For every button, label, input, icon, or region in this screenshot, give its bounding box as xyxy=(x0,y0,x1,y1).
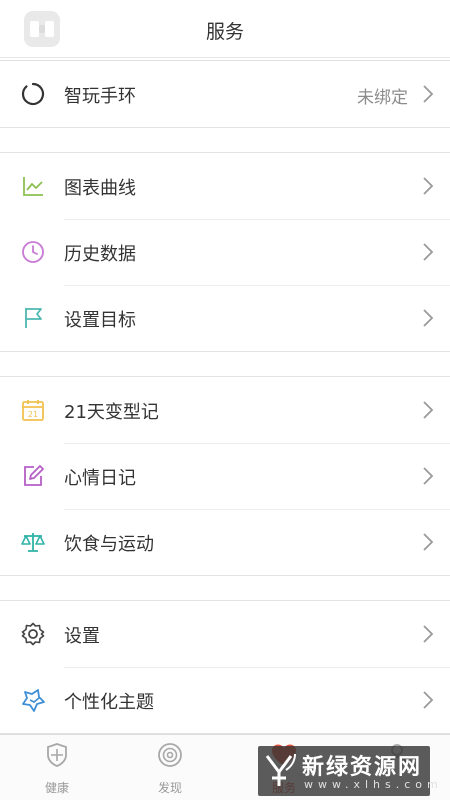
list-item-charts[interactable]: 图表曲线 xyxy=(0,153,450,219)
binding-status: 未绑定 xyxy=(357,88,408,108)
edit-icon xyxy=(20,463,46,489)
theme-icon xyxy=(20,687,46,713)
tab-discover[interactable]: 发现 xyxy=(130,741,210,796)
settings-section: 设置 个性化主题 xyxy=(0,600,450,734)
device-section: 智玩手环 未绑定 xyxy=(0,60,450,128)
svg-text:21: 21 xyxy=(28,410,38,419)
list-item-label: 个性化主题 xyxy=(64,692,154,713)
list-item-label: 饮食与运动 xyxy=(64,534,154,555)
chevron-right-icon xyxy=(422,690,434,710)
chevron-right-icon xyxy=(422,84,434,104)
tab-health[interactable]: 健康 xyxy=(17,741,97,796)
gear-icon xyxy=(20,621,46,647)
list-item-label: 历史数据 xyxy=(64,244,136,265)
list-item-label: 设置 xyxy=(64,626,100,647)
watermark-url: www.xlhs.com xyxy=(304,778,443,791)
chevron-right-icon xyxy=(422,466,434,486)
chevron-right-icon xyxy=(422,242,434,262)
line-chart-icon xyxy=(20,173,46,199)
data-section: 图表曲线 历史数据 设置目标 xyxy=(0,152,450,352)
calendar-icon: 21 xyxy=(20,397,46,423)
list-item-label: 图表曲线 xyxy=(64,178,136,199)
watermark-logo-icon xyxy=(264,750,298,792)
list-item-label: 设置目标 xyxy=(64,310,136,331)
chevron-right-icon xyxy=(422,532,434,552)
list-item-label: 智玩手环 xyxy=(64,86,136,107)
list-item-smart-band[interactable]: 智玩手环 未绑定 xyxy=(0,61,450,127)
flag-icon xyxy=(20,305,46,331)
list-item-21-day[interactable]: 21 21天变型记 xyxy=(0,377,450,443)
page-title: 服务 xyxy=(205,21,244,43)
list-item-mood-diary[interactable]: 心情日记 xyxy=(0,443,450,509)
list-item-goal[interactable]: 设置目标 xyxy=(0,285,450,351)
list-item-label: 心情日记 xyxy=(64,468,136,489)
list-item-label: 21天变型记 xyxy=(64,402,159,423)
watermark-overlay: 新绿资源网 www.xlhs.com xyxy=(258,746,438,796)
clock-icon xyxy=(20,239,46,265)
tab-label: 发现 xyxy=(157,781,182,795)
shield-icon xyxy=(43,741,71,769)
list-item-settings[interactable]: 设置 xyxy=(0,601,450,667)
chevron-right-icon xyxy=(422,176,434,196)
chevron-right-icon xyxy=(422,308,434,328)
journal-section: 21 21天变型记 心情日记 饮食与运动 xyxy=(0,376,450,576)
chevron-right-icon xyxy=(422,400,434,420)
ring-icon xyxy=(20,81,46,107)
chevron-right-icon xyxy=(422,624,434,644)
list-item-history[interactable]: 历史数据 xyxy=(0,219,450,285)
target-icon xyxy=(156,741,184,769)
watermark-name: 新绿资源网 xyxy=(302,755,423,780)
app-header: 服务 xyxy=(0,0,450,58)
list-item-diet-exercise[interactable]: 饮食与运动 xyxy=(0,509,450,575)
list-item-theme[interactable]: 个性化主题 xyxy=(0,667,450,733)
tab-label: 健康 xyxy=(44,781,69,795)
scale-icon xyxy=(20,529,46,555)
